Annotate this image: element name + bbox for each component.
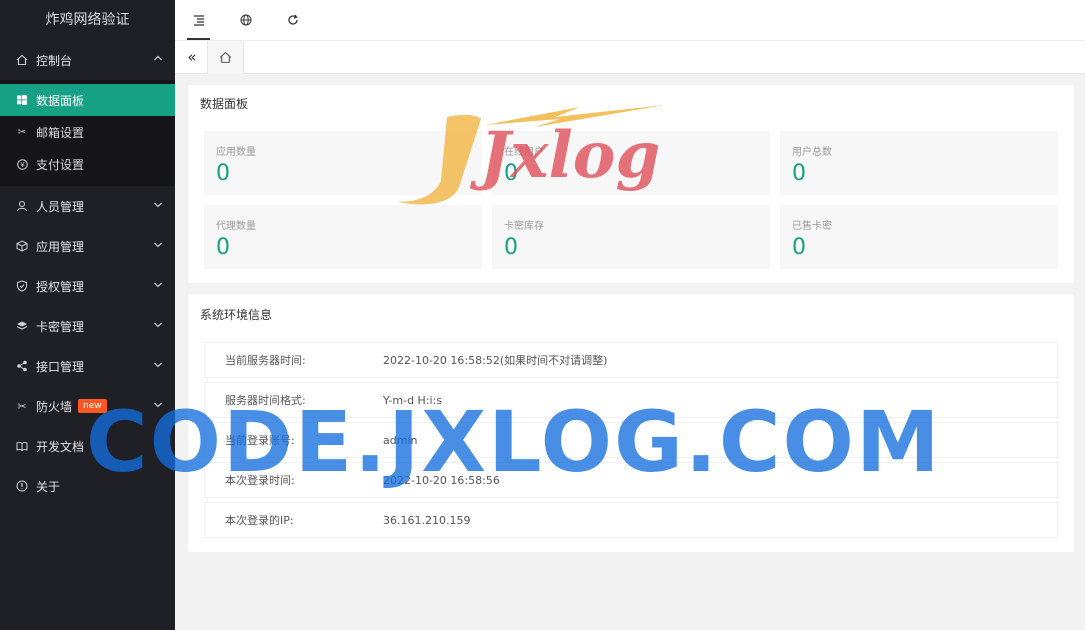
info-row: 当前服务器时间: 2022-10-20 16:58:52(如果时间不对请调整)	[204, 342, 1058, 378]
menu-label: 卡密管理	[36, 319, 85, 334]
info-row: 当前登录账号: admin	[204, 422, 1058, 458]
menu-dashboard-label: 控制台	[36, 53, 73, 68]
toggle-sidebar-button[interactable]	[175, 0, 222, 40]
stat-value: 0	[792, 161, 806, 186]
tab-home[interactable]	[207, 41, 244, 74]
sub-item-label: 支付设置	[36, 157, 85, 172]
menu-label: 授权管理	[36, 279, 85, 294]
top-toolbar	[175, 0, 1085, 41]
svg-text:¥: ¥	[20, 161, 25, 169]
info-key: 本次登录时间:	[225, 474, 295, 487]
app-logo: 炸鸡网络验证	[45, 12, 130, 28]
layers-icon	[16, 320, 28, 332]
stat-card-online-users: 在线用户 0	[492, 131, 770, 195]
menu-label: 接口管理	[36, 359, 85, 374]
sub-item-mail-settings[interactable]: ✂ 邮箱设置	[0, 116, 175, 148]
cube-icon	[16, 240, 28, 252]
stat-label: 已售卡密	[792, 221, 832, 232]
tab-scroll-left-button[interactable]: «	[181, 45, 203, 69]
info-value: admin	[383, 433, 418, 447]
stat-card-sold-cards: 已售卡密 0	[780, 205, 1058, 269]
info-value: 2022-10-20 16:58:52(如果时间不对请调整)	[383, 354, 608, 367]
info-value: Y-m-d H:i:s	[383, 393, 443, 407]
info-icon	[16, 480, 28, 492]
menu-about[interactable]: 关于	[0, 466, 175, 506]
info-key: 当前登录账号:	[225, 434, 295, 447]
menu-label: 开发文档	[36, 439, 85, 454]
stat-card-agents: 代理数量 0	[204, 205, 482, 269]
windows-icon	[16, 95, 28, 105]
book-icon	[16, 440, 28, 452]
env-panel-title: 系统环境信息	[200, 308, 273, 322]
info-row: 服务器时间格式: Y-m-d H:i:s	[204, 382, 1058, 418]
refresh-icon	[287, 14, 298, 25]
stat-card-apps: 应用数量 0	[204, 131, 482, 195]
menu-label: 关于	[36, 479, 61, 494]
menu-label: 防火墙	[36, 399, 73, 414]
menu-authorization[interactable]: 授权管理	[0, 266, 175, 306]
info-value: 36.161.210.159	[383, 513, 471, 527]
globe-icon	[240, 14, 251, 25]
info-key: 本次登录的IP:	[225, 514, 294, 527]
chevron-up-icon	[153, 54, 163, 67]
stat-label: 代理数量	[216, 221, 256, 232]
stat-value: 0	[216, 235, 230, 260]
menu-label: 人员管理	[36, 199, 85, 214]
home-icon	[16, 54, 28, 66]
env-panel: 系统环境信息 当前服务器时间: 2022-10-20 16:58:52(如果时间…	[188, 294, 1074, 552]
info-value: 2022-10-20 16:58:56	[383, 473, 500, 487]
stats-panel-title: 数据面板	[200, 97, 249, 111]
refresh-button[interactable]	[269, 0, 316, 40]
double-chevron-left-icon: «	[187, 48, 197, 66]
tab-bar: «	[175, 41, 1085, 74]
menu-interfaces[interactable]: 接口管理	[0, 346, 175, 386]
stat-value: 0	[504, 161, 518, 186]
menu-dev-docs[interactable]: 开发文档	[0, 426, 175, 466]
info-key: 当前服务器时间:	[225, 354, 306, 367]
chevron-down-icon	[153, 280, 163, 293]
menu-firewall[interactable]: ✂ 防火墙 new	[0, 386, 175, 426]
user-icon	[16, 200, 28, 212]
wrench-icon: ✂	[17, 126, 27, 138]
sidebar: 炸鸡网络验证 控制台 数据面板 ✂ 邮箱设置 ¥ 支付设置 人员管理 应用管理 …	[0, 0, 175, 630]
sub-item-payment-settings[interactable]: ¥ 支付设置	[0, 148, 175, 180]
new-badge: new	[78, 399, 107, 413]
wrench-icon: ✂	[17, 399, 27, 413]
chevron-down-icon	[153, 200, 163, 213]
stat-label: 应用数量	[216, 147, 256, 158]
stat-label: 卡密库存	[504, 221, 544, 232]
menu-cards[interactable]: 卡密管理	[0, 306, 175, 346]
chevron-down-icon	[153, 400, 163, 413]
sub-item-label: 邮箱设置	[36, 125, 85, 140]
website-button[interactable]	[222, 0, 269, 40]
yen-icon: ¥	[16, 158, 28, 170]
shield-icon	[16, 280, 28, 292]
indent-icon	[193, 14, 204, 26]
menu-apps[interactable]: 应用管理	[0, 226, 175, 266]
home-icon	[219, 51, 232, 63]
stat-value: 0	[216, 161, 230, 186]
stats-panel: 数据面板 应用数量 0 在线用户 0 用户总数 0 代理数量 0 卡密库存 0 …	[188, 85, 1074, 283]
info-key: 服务器时间格式:	[225, 394, 306, 407]
chevron-down-icon	[153, 320, 163, 333]
stat-label: 用户总数	[792, 147, 832, 158]
menu-dashboard[interactable]: 控制台	[0, 40, 175, 80]
dashboard-submenu: 数据面板 ✂ 邮箱设置 ¥ 支付设置	[0, 80, 175, 186]
sub-item-data-panel[interactable]: 数据面板	[0, 84, 175, 116]
info-row: 本次登录时间: 2022-10-20 16:58:56	[204, 462, 1058, 498]
menu-personnel[interactable]: 人员管理	[0, 186, 175, 226]
menu-label: 应用管理	[36, 239, 85, 254]
stat-value: 0	[504, 235, 518, 260]
chevron-down-icon	[153, 240, 163, 253]
stat-card-total-users: 用户总数 0	[780, 131, 1058, 195]
chevron-down-icon	[153, 360, 163, 373]
info-row: 本次登录的IP: 36.161.210.159	[204, 502, 1058, 538]
stat-value: 0	[792, 235, 806, 260]
share-icon	[16, 360, 28, 372]
stat-card-card-stock: 卡密库存 0	[492, 205, 770, 269]
stat-label: 在线用户	[504, 147, 544, 158]
sub-item-label: 数据面板	[36, 93, 85, 108]
